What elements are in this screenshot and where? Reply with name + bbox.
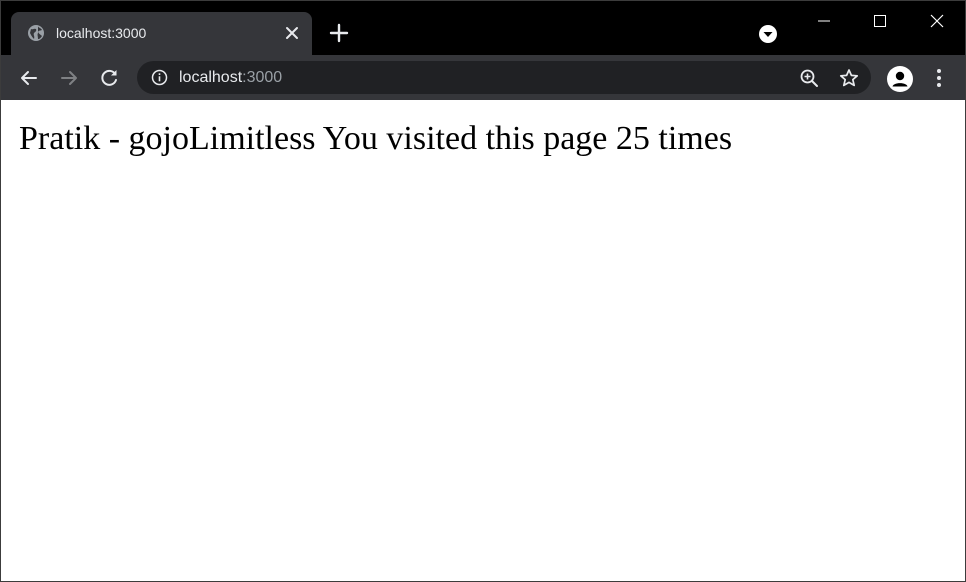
reload-icon[interactable]: [97, 66, 121, 90]
plus-icon[interactable]: [328, 22, 350, 44]
arrow-left-icon[interactable]: [17, 66, 41, 90]
close-icon[interactable]: [284, 25, 300, 41]
minimize-icon[interactable]: [816, 13, 832, 29]
chevron-down-circle-icon[interactable]: [758, 24, 778, 44]
tab-title: localhost:3000: [56, 25, 147, 41]
more-vertical-icon[interactable]: [929, 66, 949, 90]
page-viewport: Pratik - gojoLimitless You visited this …: [1, 100, 965, 581]
window-close-icon[interactable]: [929, 13, 945, 29]
url-port: :3000: [242, 69, 283, 86]
arrow-right-icon[interactable]: [57, 66, 81, 90]
url-host: localhost: [179, 69, 243, 86]
title-bar: localhost:3000: [1, 1, 965, 55]
page-heading: Pratik - gojoLimitless You visited this …: [19, 120, 733, 157]
person-icon[interactable]: [886, 65, 914, 93]
browser-window: localhost:3000 localhost:3000 Pratik - g…: [0, 0, 966, 582]
url-text: localhost:3000: [179, 68, 282, 87]
star-icon[interactable]: [839, 68, 859, 88]
globe-icon: [27, 24, 45, 42]
address-bar[interactable]: localhost:3000: [137, 61, 871, 94]
browser-toolbar: localhost:3000: [1, 55, 965, 100]
maximize-icon[interactable]: [872, 13, 888, 29]
tab-localhost[interactable]: localhost:3000: [11, 12, 312, 55]
zoom-in-icon[interactable]: [799, 68, 819, 88]
info-icon[interactable]: [151, 69, 168, 86]
